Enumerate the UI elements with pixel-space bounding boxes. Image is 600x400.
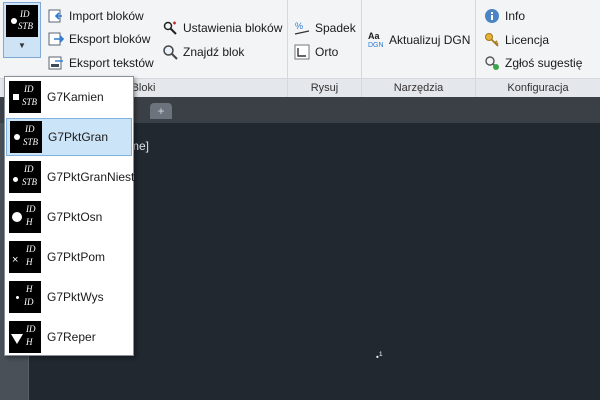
find-block-button[interactable]: Znajdź blok	[162, 42, 244, 62]
block-stb-dot-icon: ID STB	[9, 161, 41, 193]
insert-block-button[interactable]: ID STB ▼	[3, 2, 41, 58]
block-h-cross-icon: × ID H	[9, 241, 41, 273]
update-dgn-icon: Aa DGN	[368, 31, 384, 50]
block-item-g7pktwys[interactable]: H ID G7PktWys	[6, 278, 132, 316]
block-item-g7reper[interactable]: ID H G7Reper	[6, 318, 132, 356]
block-stb-square-icon: ID STB	[9, 81, 41, 113]
slope-icon: %	[294, 20, 310, 36]
key-icon	[484, 32, 500, 48]
block-h-triangle-icon: ID H	[9, 321, 41, 353]
find-icon	[162, 44, 178, 60]
export-text-icon	[48, 55, 64, 71]
export-texts-button[interactable]: Eksport tekstów	[48, 53, 154, 73]
block-settings-icon	[162, 20, 178, 36]
export-icon	[48, 31, 65, 47]
block-item-g7pktgranniest[interactable]: ID STB G7PktGranNiest	[6, 158, 134, 196]
block-dropdown-list: ID STB G7Kamien ID STB G7PktGran ID STB …	[4, 76, 134, 356]
ortho-button[interactable]: Orto	[294, 42, 338, 62]
import-icon	[48, 8, 64, 24]
block-h-point-icon: H ID	[9, 281, 41, 313]
block-item-g7pktgran[interactable]: ID STB G7PktGran	[6, 118, 132, 156]
panel-title-konfiguracja: Konfiguracja	[476, 78, 600, 97]
new-tab-button[interactable]: +	[150, 103, 172, 119]
panel-konfiguracja: Info Licencja Zgłoś sugestię Konfiguracj…	[476, 0, 600, 97]
block-item-g7kamien[interactable]: ID STB G7Kamien	[6, 78, 132, 116]
info-icon	[484, 8, 500, 24]
ucs-cursor-icon: •1	[376, 351, 383, 362]
block-item-g7pktpom[interactable]: × ID H G7PktPom	[6, 238, 132, 276]
chevron-down-icon: ▼	[18, 41, 26, 50]
info-button[interactable]: Info	[484, 6, 525, 26]
suggestion-icon	[484, 55, 500, 71]
ortho-icon	[294, 44, 310, 60]
import-blocks-button[interactable]: Import bloków	[48, 6, 144, 26]
block-settings-button[interactable]: Ustawienia bloków	[162, 18, 282, 38]
suggestion-button[interactable]: Zgłoś sugestię	[484, 53, 582, 73]
block-stb-icon: ID STB	[6, 5, 38, 37]
block-stb-dot-icon: ID STB	[10, 121, 42, 153]
panel-rysuj: % Spadek Orto Rysuj	[288, 0, 362, 97]
export-blocks-button[interactable]: Eksport bloków	[48, 29, 150, 49]
panel-title-rysuj: Rysuj	[288, 78, 361, 97]
block-h-circle-icon: ID H	[9, 201, 41, 233]
svg-text:%: %	[295, 21, 303, 31]
update-dgn-button[interactable]: Aa DGN Aktualizuj DGN	[368, 30, 470, 50]
block-item-g7pktosn[interactable]: ID H G7PktOsn	[6, 198, 132, 236]
license-button[interactable]: Licencja	[484, 30, 549, 50]
panel-narzedzia: Aa DGN Aktualizuj DGN Narzędzia	[362, 0, 476, 97]
slope-button[interactable]: % Spadek	[294, 18, 356, 38]
panel-title-narzedzia: Narzędzia	[362, 78, 475, 97]
